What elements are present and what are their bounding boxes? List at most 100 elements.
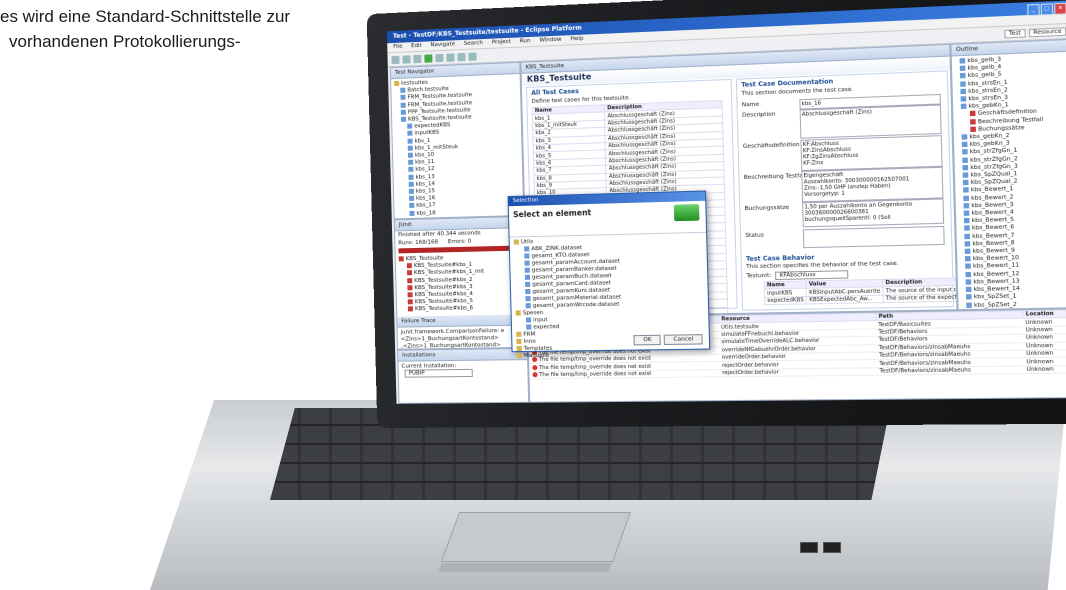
outline-item-label: kbs_SpZQual_2 (970, 178, 1018, 187)
tree-node-icon (963, 202, 970, 209)
print-icon[interactable] (413, 54, 422, 63)
testunit-select[interactable]: KFAbschluss (775, 270, 849, 281)
outline-item-label: kbs_Bewert_2 (971, 194, 1014, 202)
tree-node-icon (526, 324, 532, 330)
menu-run[interactable]: Run (520, 38, 531, 45)
window-controls: _ □ × (1026, 2, 1066, 17)
menu-search[interactable]: Search (464, 40, 483, 47)
tree-node-icon (524, 267, 530, 273)
menu-help[interactable]: Help (570, 36, 583, 43)
maximize-icon[interactable]: □ (1040, 3, 1054, 16)
selection-dialog: Selection Select an element Utils ABK_ZIN… (507, 190, 711, 359)
tree-node-icon (408, 181, 414, 187)
description-field[interactable]: Abschlussgeschäft (Zins) (799, 104, 942, 139)
outline-item-label: kbs_strZfgGn_3 (970, 163, 1018, 172)
tree-node-icon (400, 87, 406, 94)
navigator-item-label: expectedKBS (414, 122, 451, 130)
junit-item-label: KBS_Testsuite#kbs_5 (414, 298, 474, 306)
perspective-resource[interactable]: Resource (1028, 26, 1066, 37)
search-icon[interactable] (446, 52, 455, 62)
tree-node-icon (960, 80, 966, 87)
tree-node-icon (963, 195, 969, 201)
outline-item-label: kbs_gelb_3 (967, 56, 1002, 65)
junit-item-label: KBS_Testsuite#kbs_6 (414, 305, 474, 313)
tree-node-icon (960, 88, 967, 95)
tree-node-icon (394, 80, 400, 87)
problem-cell-text: Utils.testsuite (720, 323, 759, 331)
tree-node-icon (960, 96, 967, 102)
junit-item[interactable]: KBS_Testsuite#kbs_6 (400, 305, 523, 314)
tree-node-icon (959, 65, 966, 72)
perspective-test[interactable]: Test (1004, 28, 1026, 38)
problem-cell-text: The file temp/tmp_override does not exis… (539, 370, 652, 379)
perspective-switcher: Test Resource (1004, 26, 1066, 38)
dialog-header: Select an element (508, 200, 707, 238)
outline-item-label: kbs_gebKn_3 (969, 140, 1010, 149)
dialog-buttons: OK Cancel (633, 334, 703, 346)
usb-port-icon (823, 542, 841, 553)
tree-node-icon (525, 296, 531, 302)
problem-cell-text: TestDF/Behaviors/zinsabMaeuhs (879, 359, 971, 367)
dialog-item-label: expected (533, 324, 560, 331)
tree-node-icon (524, 246, 530, 252)
close-icon[interactable]: × (1054, 2, 1066, 15)
installation-select[interactable]: PUBIP (404, 368, 473, 378)
problem-cell-text: TestDF/Behaviors/zinsabMaeuhs (879, 351, 971, 359)
new-icon[interactable] (391, 55, 400, 64)
status-field[interactable] (802, 225, 945, 249)
outline-item-label: kbs_Bewert_13 (973, 278, 1020, 286)
cancel-button[interactable]: Cancel (664, 334, 703, 345)
debug-icon[interactable] (435, 53, 444, 62)
tree-node-icon (409, 196, 415, 202)
dialog-item-label: Inno (523, 338, 536, 345)
dialog-item-label: FRM (523, 331, 536, 338)
junit-item-label: KBS_Testsuite#kbs_4 (414, 291, 473, 299)
tree-node-icon (965, 271, 972, 277)
problem-cell-text: TestDF/Behaviors/zinsabMaeuhs (878, 343, 971, 352)
errors-value: 0 (467, 238, 472, 245)
menu-window[interactable]: Window (539, 37, 561, 44)
problem-cell-text: TestDF/Behaviors (878, 328, 928, 336)
laptop-touchpad (440, 512, 632, 562)
problem-cell-text: The file temp/tmp_override does not exis… (538, 363, 652, 371)
tree-node-icon (408, 167, 414, 173)
minimize-icon[interactable]: _ (1027, 3, 1040, 17)
menu-project[interactable]: Project (492, 39, 511, 46)
back-icon[interactable] (457, 52, 466, 61)
buchungssaetze-label: Buchungssätze (744, 204, 790, 213)
forward-icon[interactable] (468, 51, 477, 61)
runs-value: 168/168 (415, 239, 439, 246)
outline-item-label: kbs_SpZSet_1 (973, 293, 1017, 301)
problem-cell-text: Unknown (1026, 366, 1054, 373)
menu-file[interactable]: File (393, 44, 402, 50)
junit-item-label: KBS_Testsuite#kbs_1_mit (413, 269, 485, 277)
dialog-item-label: ABK_ZINK.dataset (531, 245, 583, 253)
navigator-item-label: kbs_1 (414, 137, 431, 145)
navigator-item-label: kbs_18 (416, 209, 436, 217)
tree-node-icon (962, 149, 968, 155)
outline-item-label: kbs_Bewert_7 (972, 232, 1015, 240)
outline-item-label: kbs_SpZSet_2 (973, 301, 1017, 309)
tree-node-icon (407, 145, 413, 151)
outline-item-label: kbs_Bewert_10 (972, 255, 1020, 263)
junit-item-label: KBS_Testsuite#kbs_2 (414, 276, 473, 284)
tree-node-icon (513, 239, 519, 245)
run-icon[interactable] (424, 53, 433, 63)
caption-line-2: vorhandenen Protokollierungs- (9, 32, 241, 51)
tree-node-icon (962, 172, 969, 178)
outline-item-label: kbs_gebKn_1 (968, 102, 1009, 111)
tree-node-icon (964, 248, 971, 255)
problem-cell: rejectOrder.behavior (719, 367, 878, 377)
beschreibung-field[interactable]: Eigengeschäft Auszahlkonto: 3003000001625… (801, 166, 944, 203)
geschaeftsdefinition-field[interactable]: KF:Abschluss KF:ZinsAbschluss KF:ZgZinsAbs… (800, 135, 943, 172)
junit-item-label: KBS_Testsuite#kbs_1 (413, 261, 473, 270)
ok-button[interactable]: OK (633, 334, 662, 346)
junit-item-label: KBS_Testsuite#kbs_3 (414, 283, 473, 292)
save-icon[interactable] (402, 54, 411, 64)
menu-edit[interactable]: Edit (411, 43, 422, 49)
menu-navigate[interactable]: Navigate (430, 41, 455, 48)
buchungssaetze-field[interactable]: 1,50 per Auszahlkonto an Gegenkonto 30036… (802, 198, 945, 228)
tree-node-icon (408, 188, 414, 194)
dialog-item[interactable]: Manuelle (516, 351, 705, 361)
runs-label: Runs: (398, 239, 414, 247)
